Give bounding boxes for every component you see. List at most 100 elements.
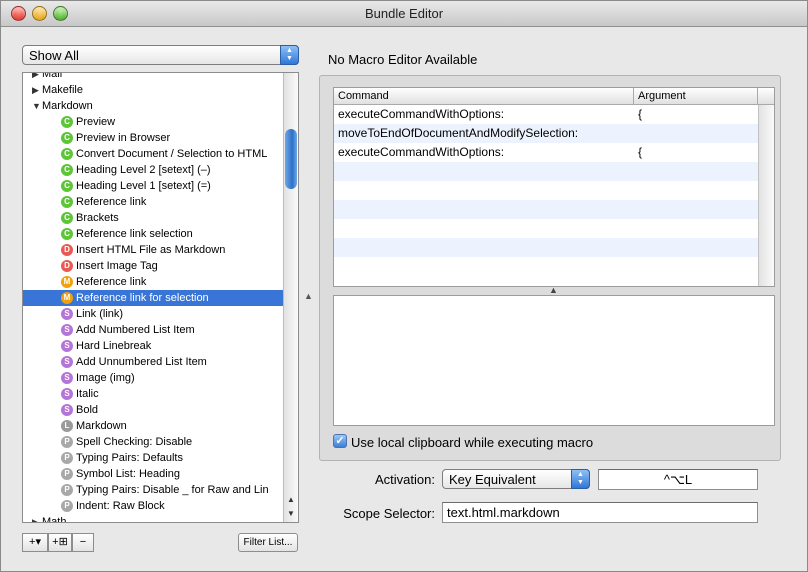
item-type-badge-icon: P — [61, 500, 73, 512]
item-type-badge-icon: S — [61, 372, 73, 384]
item-type-badge-icon: S — [61, 356, 73, 368]
argument-cell: { — [638, 107, 643, 121]
tree-row-label: Typing Pairs: Disable _ for Raw and Lin — [76, 484, 269, 496]
table-row[interactable]: moveToEndOfDocumentAndModifySelection: — [334, 124, 758, 143]
tree-row-label: Mail — [42, 72, 63, 80]
item-type-badge-icon: C — [61, 148, 73, 160]
tree-row-label: Convert Document / Selection to HTML — [76, 148, 268, 160]
tree-item-row[interactable]: S Add Numbered List Item — [23, 322, 283, 338]
tree-scroll-thumb[interactable] — [285, 129, 297, 189]
add-item-button[interactable]: +▾ — [22, 533, 48, 552]
tree-bundle-row[interactable]: ▶ Mail — [23, 72, 283, 82]
activation-popup[interactable]: Key Equivalent ▲ ▼ — [442, 469, 590, 489]
add-child-button[interactable]: +⊞ — [48, 533, 72, 552]
show-filter-value: Show All — [29, 48, 79, 63]
item-type-badge-icon: S — [61, 340, 73, 352]
tree-item-row[interactable]: S Bold — [23, 402, 283, 418]
show-filter-popup[interactable]: Show All ▲ ▼ — [22, 45, 299, 65]
tree-item-row[interactable]: C Reference link selection — [23, 226, 283, 242]
filter-list-button[interactable]: Filter List... — [238, 533, 298, 552]
tree-item-row[interactable]: S Italic — [23, 386, 283, 402]
tree-item-row[interactable]: S Image (img) — [23, 370, 283, 386]
table-row[interactable] — [334, 200, 758, 219]
tree-item-row[interactable]: C Preview — [23, 114, 283, 130]
command-cell: executeCommandWithOptions: — [338, 145, 505, 159]
column-header-argument[interactable]: Argument — [634, 88, 758, 105]
disclosure-closed-icon[interactable]: ▶ — [32, 73, 40, 82]
item-type-badge-icon: P — [61, 452, 73, 464]
tree-item-row[interactable]: C Preview in Browser — [23, 130, 283, 146]
table-row[interactable]: executeCommandWithOptions: { — [334, 105, 758, 124]
scroll-up-arrow-icon[interactable]: ▲ — [287, 495, 295, 504]
tree-item-row[interactable]: C Heading Level 1 [setext] (=) — [23, 178, 283, 194]
column-header-command[interactable]: Command — [334, 88, 634, 105]
tree-item-row[interactable]: P Spell Checking: Disable — [23, 434, 283, 450]
item-type-badge-icon: C — [61, 196, 73, 208]
tree-row-label: Reference link for selection — [76, 292, 209, 304]
scroll-down-arrow-icon[interactable]: ▼ — [287, 509, 295, 518]
tree-item-row[interactable]: C Brackets — [23, 210, 283, 226]
tree-item-row[interactable]: D Insert HTML File as Markdown — [23, 242, 283, 258]
table-row[interactable] — [334, 219, 758, 238]
tree-row-label: Reference link — [76, 196, 147, 208]
tree-item-row[interactable]: C Convert Document / Selection to HTML — [23, 146, 283, 162]
splitter-up-arrow-icon[interactable]: ▲ — [549, 285, 558, 295]
table-row[interactable] — [334, 181, 758, 200]
tree-bundle-row[interactable]: ▼ Markdown — [23, 98, 283, 114]
local-clipboard-label: Use local clipboard while executing macr… — [351, 435, 594, 450]
tree-item-row[interactable]: S Add Unnumbered List Item — [23, 354, 283, 370]
table-row[interactable] — [334, 238, 758, 257]
tree-item-row[interactable]: S Hard Linebreak — [23, 338, 283, 354]
item-type-badge-icon: C — [61, 212, 73, 224]
tree-item-row[interactable]: S Link (link) — [23, 306, 283, 322]
command-cell: moveToEndOfDocumentAndModifySelection: — [338, 126, 579, 140]
split-view-knob-icon[interactable]: ▲ — [304, 291, 313, 301]
tree-item-row[interactable]: P Indent: Raw Block — [23, 498, 283, 514]
tree-row-label: Indent: Raw Block — [76, 500, 165, 512]
table-row[interactable] — [334, 162, 758, 181]
tree-bundle-row[interactable]: ▶ Makefile — [23, 82, 283, 98]
tree-item-row[interactable]: L Markdown — [23, 418, 283, 434]
item-type-badge-icon: C — [61, 132, 73, 144]
bundle-tree[interactable]: ▶ Math P Indent: Raw Block P Typing Pairs: Di… — [22, 72, 299, 523]
remove-item-button[interactable]: − — [72, 533, 94, 552]
item-type-badge-icon: C — [61, 116, 73, 128]
item-type-badge-icon: L — [61, 420, 73, 432]
tree-item-row[interactable]: P Typing Pairs: Disable _ for Raw and Lin — [23, 482, 283, 498]
item-type-badge-icon: M — [61, 292, 73, 304]
tree-item-row[interactable]: D Insert Image Tag — [23, 258, 283, 274]
disclosure-closed-icon[interactable]: ▶ — [32, 82, 40, 98]
macro-command-table[interactable]: Command Argument executeCommandWithOptio… — [333, 87, 775, 287]
tree-item-row[interactable]: C Reference link — [23, 194, 283, 210]
item-type-badge-icon: P — [61, 468, 73, 480]
tree-item-row[interactable]: P Symbol List: Heading — [23, 466, 283, 482]
item-type-badge-icon: S — [61, 324, 73, 336]
activation-value: Key Equivalent — [449, 472, 536, 487]
disclosure-open-icon[interactable]: ▼ — [32, 98, 41, 114]
table-scrollbar[interactable] — [758, 105, 774, 286]
table-row[interactable]: executeCommandWithOptions: { — [334, 143, 758, 162]
tree-row-label: Brackets — [76, 212, 119, 224]
key-equivalent-field[interactable]: ^⌥L — [598, 469, 758, 490]
tree-item-row[interactable]: M Reference link for selection — [23, 290, 283, 306]
item-type-badge-icon: P — [61, 436, 73, 448]
item-type-badge-icon: C — [61, 228, 73, 240]
tree-bundle-row[interactable]: ▶ Math — [23, 514, 283, 522]
local-clipboard-checkbox[interactable]: ✓ — [333, 434, 347, 448]
tree-row-label: Preview in Browser — [76, 132, 171, 144]
tree-item-row[interactable]: C Heading Level 2 [setext] (–) — [23, 162, 283, 178]
tree-row-label: Heading Level 1 [setext] (=) — [76, 180, 211, 192]
tree-row-label: Symbol List: Heading — [76, 468, 180, 480]
item-type-badge-icon: M — [61, 276, 73, 288]
command-detail-textarea[interactable] — [333, 295, 775, 426]
table-row[interactable] — [334, 257, 758, 276]
bundle-editor-window: Bundle Editor Show All ▲ ▼ ▶ Math P Indent: … — [0, 0, 808, 572]
disclosure-closed-icon[interactable]: ▶ — [32, 514, 40, 522]
tree-scrollbar[interactable]: ▲ ▼ — [283, 73, 298, 522]
scope-selector-field[interactable]: text.html.markdown — [442, 502, 758, 523]
title-bar[interactable]: Bundle Editor — [1, 1, 807, 27]
tree-row-label: Add Unnumbered List Item — [76, 356, 207, 368]
tree-row-label: Markdown — [76, 420, 127, 432]
tree-item-row[interactable]: P Typing Pairs: Defaults — [23, 450, 283, 466]
tree-item-row[interactable]: M Reference link — [23, 274, 283, 290]
